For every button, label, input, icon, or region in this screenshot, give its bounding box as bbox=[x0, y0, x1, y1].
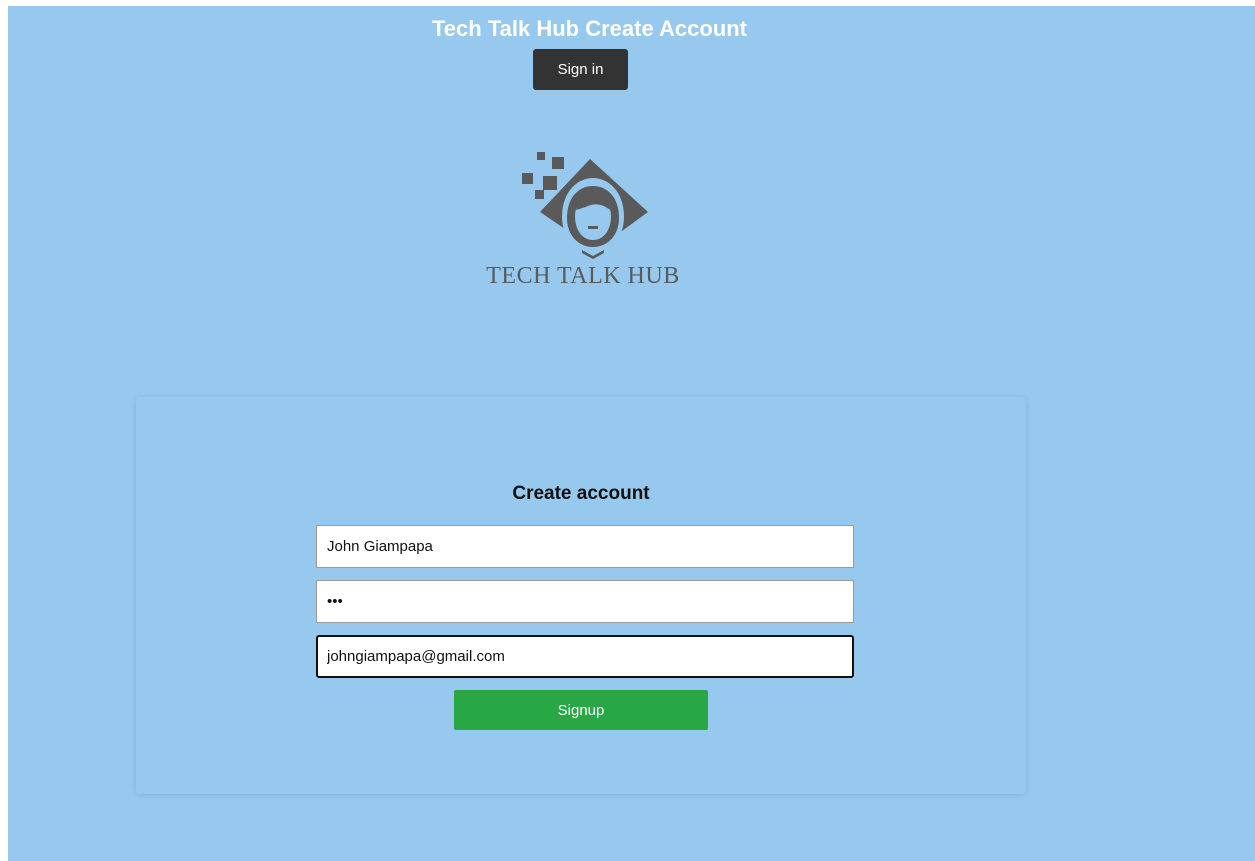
page-background: Tech Talk Hub Create Account Sign in TEC… bbox=[8, 6, 1255, 861]
email-field[interactable] bbox=[316, 635, 854, 678]
logo: TECH TALK HUB bbox=[478, 146, 688, 296]
sign-in-button[interactable]: Sign in bbox=[533, 49, 628, 90]
signup-card: Create account Signup bbox=[136, 397, 1026, 794]
hacker-avatar-icon bbox=[522, 152, 648, 259]
name-field[interactable] bbox=[316, 525, 854, 568]
signup-button[interactable]: Signup bbox=[454, 690, 708, 730]
password-field[interactable] bbox=[316, 580, 854, 623]
logo-text: TECH TALK HUB bbox=[486, 263, 680, 289]
page-title: Tech Talk Hub Create Account bbox=[432, 16, 747, 41]
form-title: Create account bbox=[512, 483, 650, 504]
